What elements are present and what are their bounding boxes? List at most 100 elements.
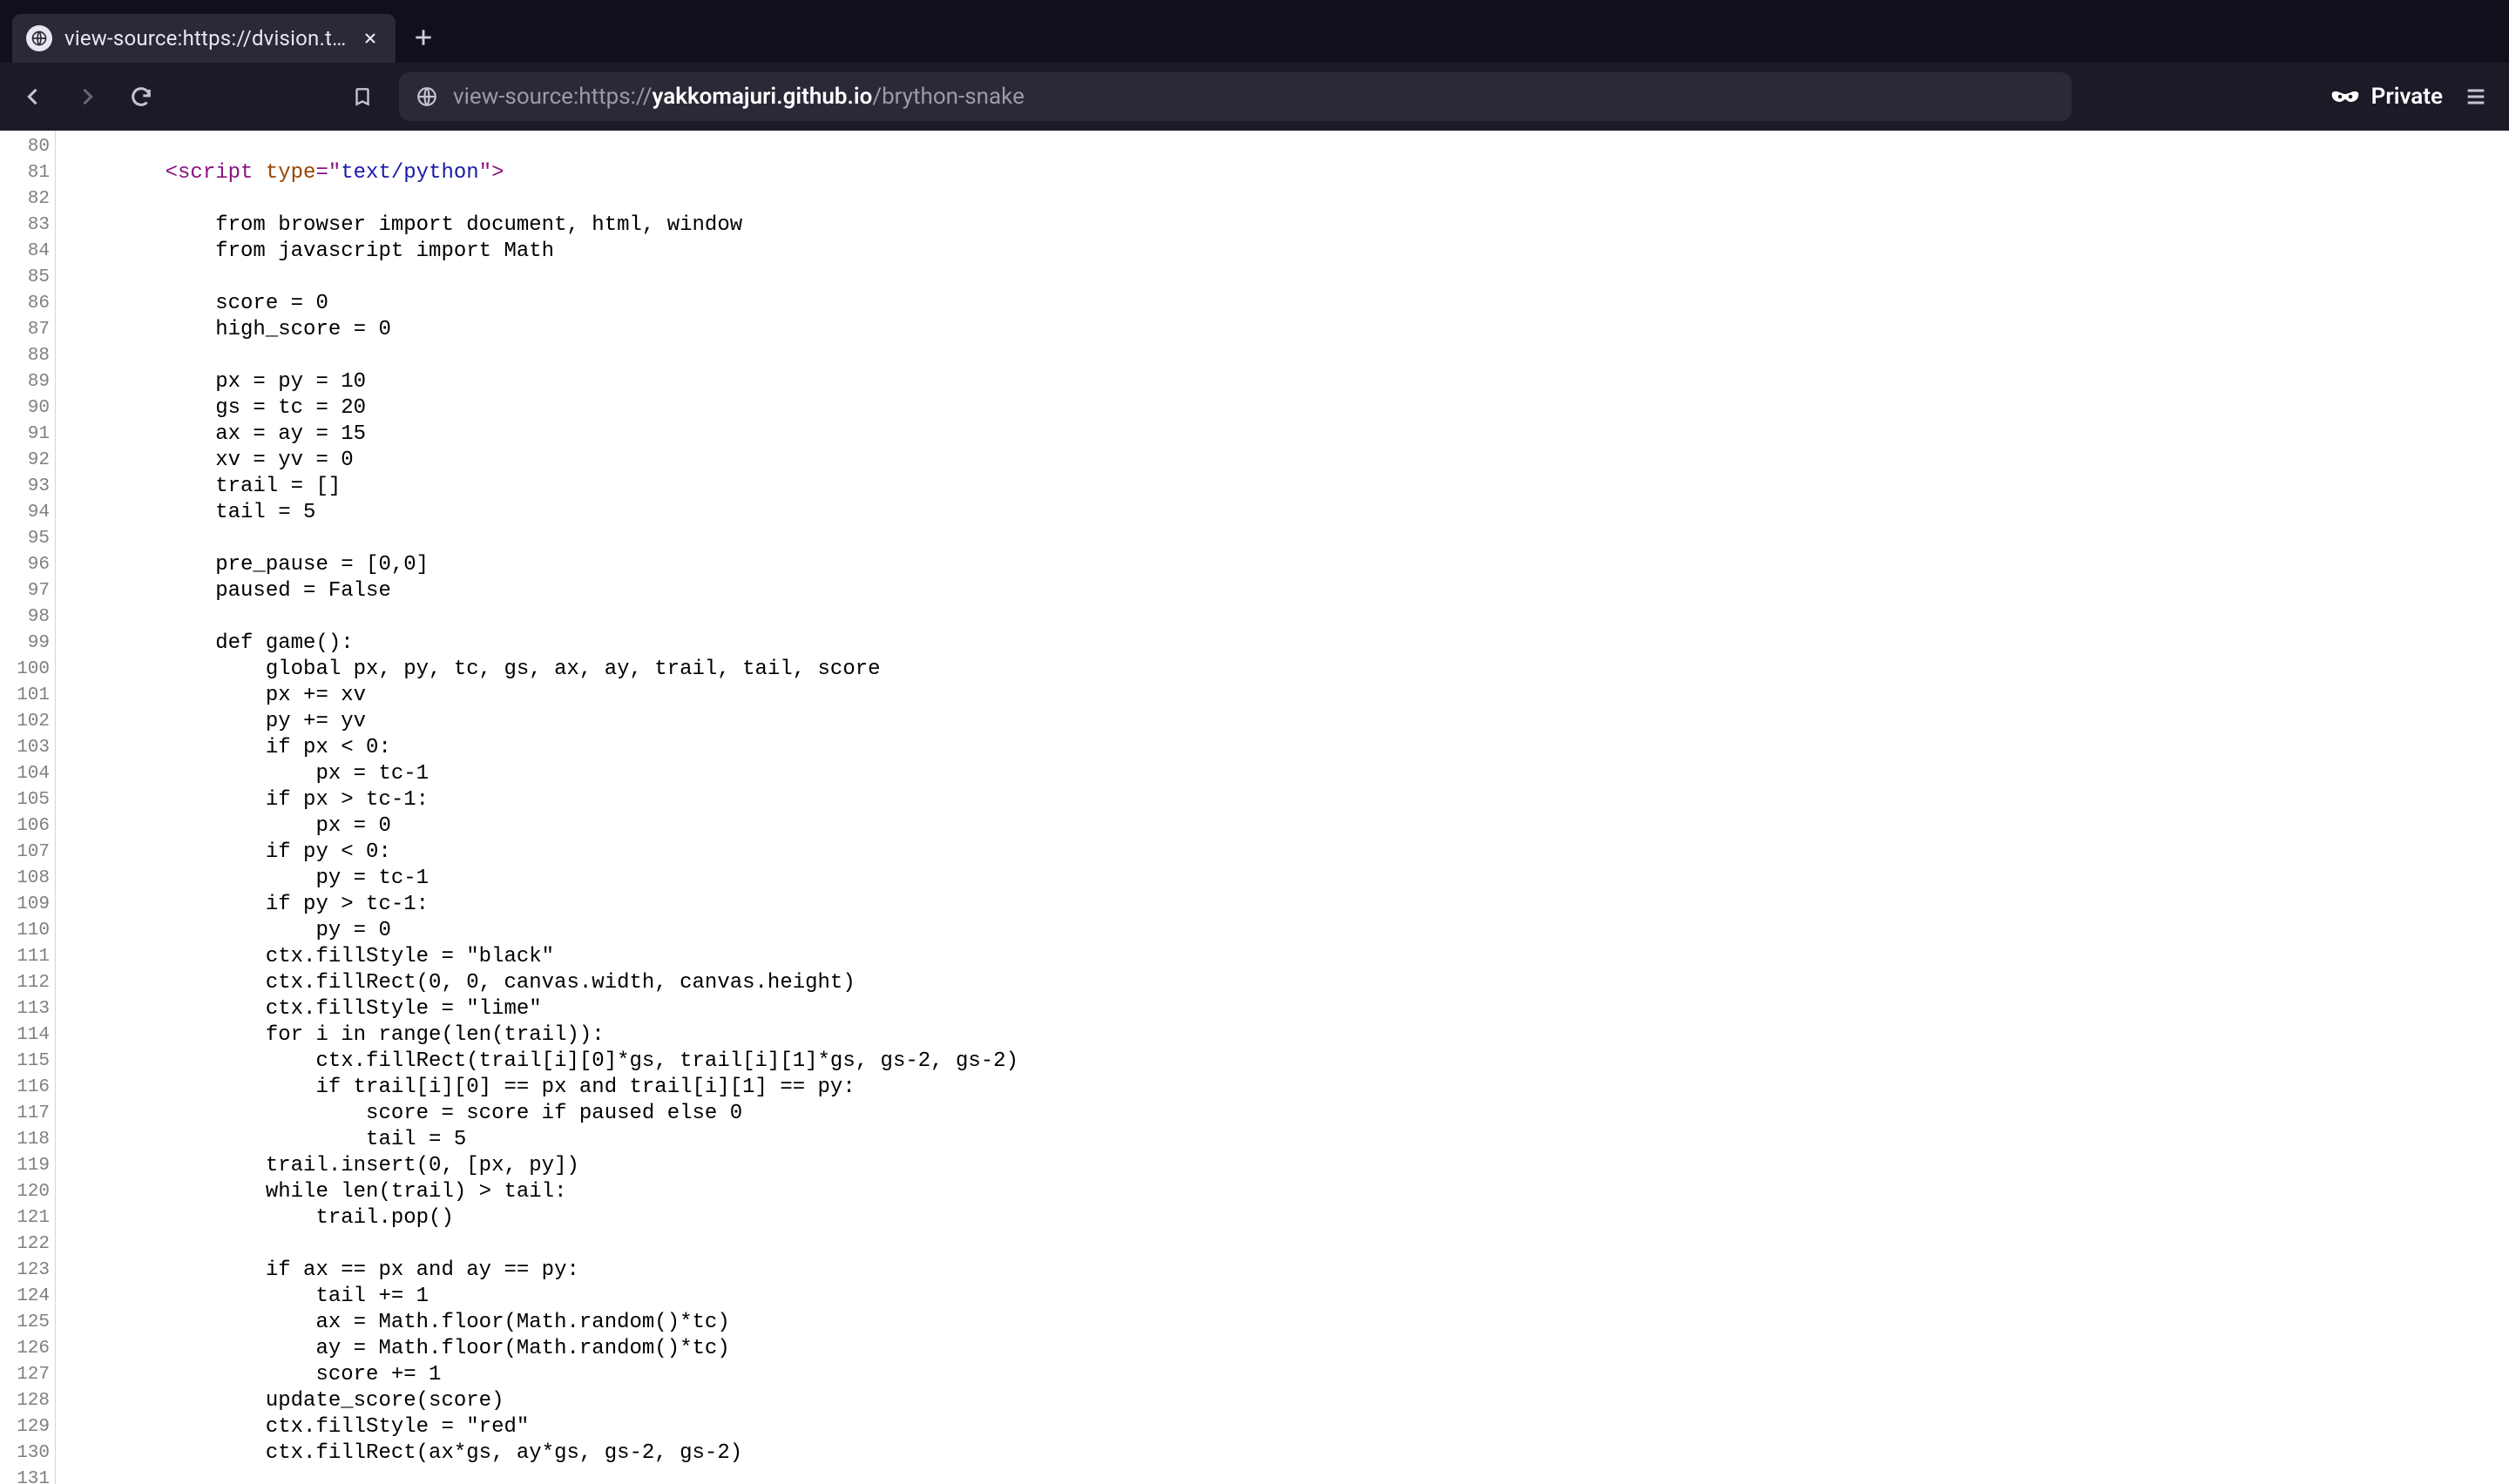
line-number: 104: [0, 761, 50, 787]
line-number: 97: [0, 578, 50, 604]
url-path: /brython-snake: [872, 84, 1025, 110]
line-number: 125: [0, 1310, 50, 1336]
source-line: from javascript import Math: [115, 239, 2509, 265]
source-line: pre_pause = [0,0]: [115, 552, 2509, 578]
menu-button[interactable]: [2458, 79, 2493, 114]
source-line: px = py = 10: [115, 369, 2509, 395]
line-number: 98: [0, 604, 50, 631]
source-line: ax = ay = 15: [115, 422, 2509, 448]
url-host: yakkomajuri.github.io: [653, 84, 873, 110]
line-number: 105: [0, 787, 50, 813]
forward-button[interactable]: [70, 79, 105, 114]
line-number: 101: [0, 683, 50, 709]
line-number: 115: [0, 1049, 50, 1075]
source-line: if py > tc-1:: [115, 892, 2509, 918]
source-line: trail.insert(0, [px, py]): [115, 1153, 2509, 1179]
source-line: <script type="text/python">: [115, 160, 2509, 186]
source-line: if py < 0:: [115, 840, 2509, 866]
line-number: 86: [0, 291, 50, 317]
line-number: 118: [0, 1127, 50, 1153]
line-number: 116: [0, 1075, 50, 1101]
url-bar[interactable]: view-source:https:// yakkomajuri.github.…: [399, 72, 2072, 121]
new-tab-button[interactable]: [408, 22, 439, 53]
line-number: 119: [0, 1153, 50, 1179]
line-number: 83: [0, 212, 50, 239]
line-number: 90: [0, 395, 50, 422]
source-line: [115, 604, 2509, 631]
line-number: 120: [0, 1179, 50, 1205]
line-number: 89: [0, 369, 50, 395]
private-label: Private: [2371, 84, 2443, 110]
source-line: if px < 0:: [115, 735, 2509, 761]
source-line: [115, 1231, 2509, 1258]
source-line: score = 0: [115, 291, 2509, 317]
line-number: 129: [0, 1414, 50, 1440]
source-line: ctx.fillRect(ax*gs, ay*gs, gs-2, gs-2): [115, 1440, 2509, 1467]
line-number: 103: [0, 735, 50, 761]
line-number: 88: [0, 343, 50, 369]
line-number-gutter: 8081828384858687888990919293949596979899…: [0, 131, 56, 1484]
line-number: 95: [0, 526, 50, 552]
view-source-area: 8081828384858687888990919293949596979899…: [0, 131, 2509, 1484]
source-line: py += yv: [115, 709, 2509, 735]
source-line: ctx.fillStyle = "red": [115, 1414, 2509, 1440]
source-line: ctx.fillRect(trail[i][0]*gs, trail[i][1]…: [115, 1049, 2509, 1075]
line-number: 107: [0, 840, 50, 866]
source-line: trail = []: [115, 474, 2509, 500]
source-line: ay = Math.floor(Math.random()*tc): [115, 1336, 2509, 1362]
source-line: high_score = 0: [115, 317, 2509, 343]
line-number: 113: [0, 996, 50, 1022]
source-line: tail = 5: [115, 500, 2509, 526]
line-number: 94: [0, 500, 50, 526]
source-line: global px, py, tc, gs, ax, ay, trail, ta…: [115, 657, 2509, 683]
line-number: 82: [0, 186, 50, 212]
line-number: 85: [0, 265, 50, 291]
back-button[interactable]: [16, 79, 51, 114]
line-number: 99: [0, 631, 50, 657]
source-line: px = 0: [115, 813, 2509, 840]
line-number: 81: [0, 160, 50, 186]
line-number: 122: [0, 1231, 50, 1258]
reload-button[interactable]: [124, 79, 159, 114]
source-line: [115, 265, 2509, 291]
tab-title: view-source:https://dvision.tech: [64, 26, 348, 51]
source-line: if trail[i][0] == px and trail[i][1] == …: [115, 1075, 2509, 1101]
source-line: [115, 343, 2509, 369]
source-line: while len(trail) > tail:: [115, 1179, 2509, 1205]
bookmark-button[interactable]: [345, 79, 380, 114]
line-number: 80: [0, 134, 50, 160]
line-number: 91: [0, 422, 50, 448]
line-number: 126: [0, 1336, 50, 1362]
source-line: [115, 134, 2509, 160]
line-number: 123: [0, 1258, 50, 1284]
close-tab-button[interactable]: [357, 25, 383, 51]
line-number: 84: [0, 239, 50, 265]
source-line: score = score if paused else 0: [115, 1101, 2509, 1127]
source-line: from browser import document, html, wind…: [115, 212, 2509, 239]
source-code[interactable]: <script type="text/python"> from browser…: [56, 131, 2509, 1484]
globe-icon: [26, 25, 52, 51]
line-number: 111: [0, 944, 50, 970]
source-line: [115, 1467, 2509, 1484]
source-line: def game():: [115, 631, 2509, 657]
line-number: 96: [0, 552, 50, 578]
line-number: 117: [0, 1101, 50, 1127]
browser-tab[interactable]: view-source:https://dvision.tech: [12, 14, 396, 63]
source-line: px += xv: [115, 683, 2509, 709]
source-line: ctx.fillStyle = "lime": [115, 996, 2509, 1022]
line-number: 130: [0, 1440, 50, 1467]
source-line: paused = False: [115, 578, 2509, 604]
source-line: update_score(score): [115, 1388, 2509, 1414]
site-info-icon[interactable]: [415, 84, 439, 109]
line-number: 92: [0, 448, 50, 474]
toolbar: view-source:https:// yakkomajuri.github.…: [0, 63, 2509, 131]
source-line: if ax == px and ay == py:: [115, 1258, 2509, 1284]
source-line: py = tc-1: [115, 866, 2509, 892]
line-number: 109: [0, 892, 50, 918]
source-line: py = 0: [115, 918, 2509, 944]
line-number: 110: [0, 918, 50, 944]
source-line: for i in range(len(trail)):: [115, 1022, 2509, 1049]
source-line: ax = Math.floor(Math.random()*tc): [115, 1310, 2509, 1336]
tab-strip: view-source:https://dvision.tech: [0, 0, 2509, 63]
line-number: 114: [0, 1022, 50, 1049]
